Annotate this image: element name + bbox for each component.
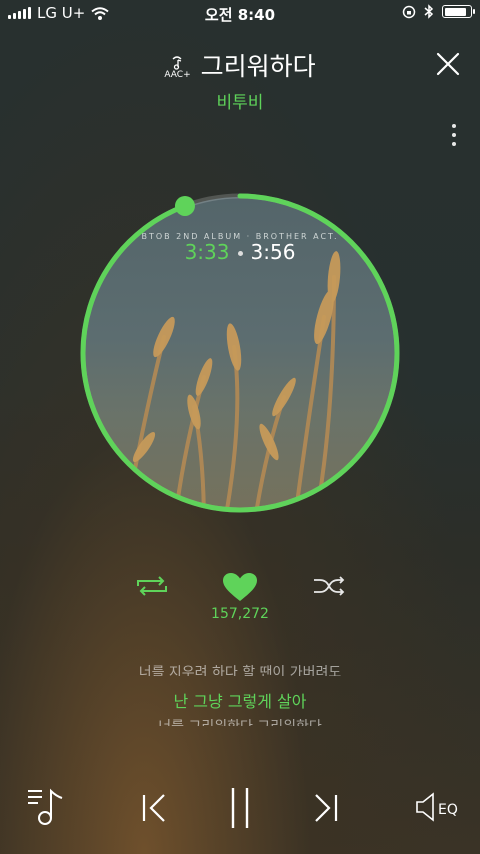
pause-icon[interactable] <box>228 786 252 830</box>
eq-label: EQ <box>438 802 458 818</box>
time-display: 3:33 3:56 <box>0 240 480 264</box>
total-time: 3:56 <box>250 240 296 264</box>
artist-name[interactable]: 비투비 <box>0 88 480 113</box>
time-separator <box>237 251 243 256</box>
previous-icon[interactable] <box>140 792 168 824</box>
close-icon[interactable] <box>434 50 462 78</box>
progress-knob[interactable] <box>174 195 195 216</box>
status-bar: LG U+ 오전 8:40 <box>0 0 480 28</box>
repeat-icon[interactable] <box>135 574 169 598</box>
lyric-current[interactable]: 난 그냥 그렇게 살아 <box>0 688 480 712</box>
like-count: 157,272 <box>211 606 269 622</box>
current-time: 3:33 <box>184 240 230 264</box>
playlist-icon[interactable] <box>26 786 66 826</box>
eq-button[interactable]: EQ <box>414 792 458 822</box>
heart-icon[interactable] <box>222 572 258 602</box>
more-icon[interactable] <box>452 124 456 146</box>
shuffle-icon[interactable] <box>312 575 346 597</box>
track-header: AAC+ 그리워하다 <box>0 48 480 82</box>
song-title: 그리워하다 <box>200 52 316 81</box>
hires-badge: AAC+ <box>164 56 191 80</box>
rotation-lock-icon <box>402 5 416 18</box>
bluetooth-icon <box>424 4 434 19</box>
hires-icon <box>173 56 182 70</box>
codec-label: AAC+ <box>164 70 191 80</box>
lyric-previous[interactable]: 너를 지우려 하다 할 땐이 가버려도 <box>0 662 480 676</box>
next-icon[interactable] <box>312 792 340 824</box>
eq-icon <box>416 792 434 822</box>
battery-icon <box>442 5 475 18</box>
lyric-next[interactable]: 너를 그리워한다 그리워한다 <box>0 716 480 726</box>
